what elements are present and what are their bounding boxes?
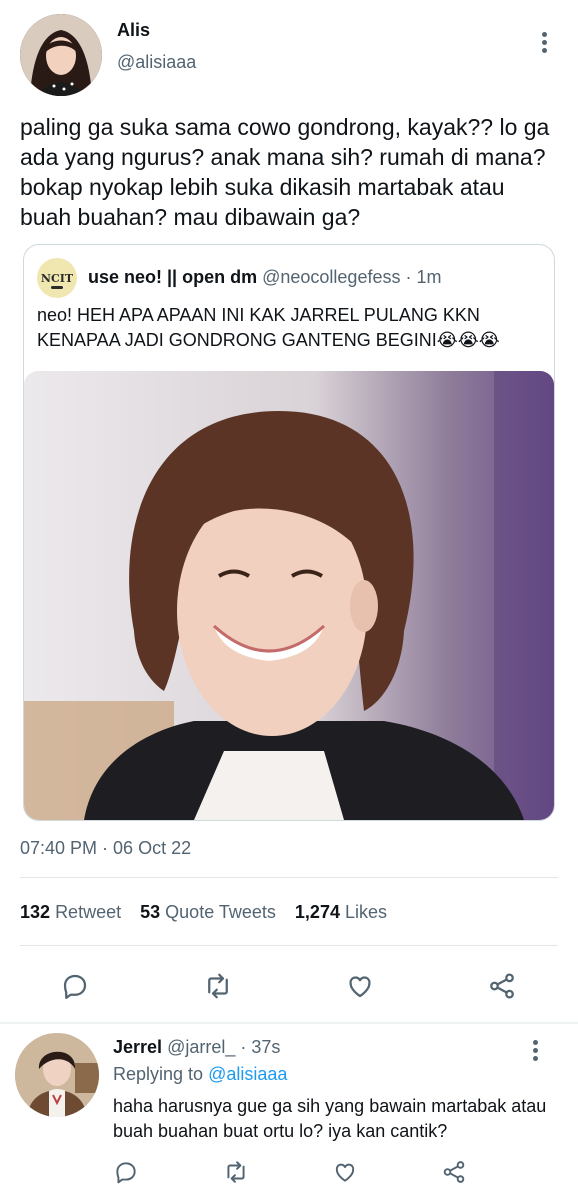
quote-avatar[interactable]: NCIT [37,258,77,298]
quote-text: neo! HEH APA APAAN INI KAK JARREL PULANG… [37,305,500,350]
tweet-stats: 132 Retweet 53 Quote Tweets 1,274 Likes [20,902,401,923]
replying-to-prefix: Replying to [113,1064,204,1084]
likes-count[interactable]: 1,274 [295,902,340,922]
like-icon [335,1163,355,1182]
quote-media-image[interactable] [24,371,554,820]
reply-icon [63,974,87,999]
reply-author-name[interactable]: Jerrel [113,1037,162,1057]
share-icon [443,1161,465,1183]
retweet-icon [208,973,228,999]
author-name[interactable]: Alis [117,20,150,41]
replying-to-mention[interactable]: @alisiaaa [208,1064,287,1084]
replying-to: Replying to @alisiaaa [113,1064,287,1085]
retweets-label[interactable]: Retweet [55,902,121,922]
reply-header: Jerrel @jarrel_ · 37s [113,1037,280,1058]
tweet-timestamp[interactable]: 07:40 PM · 06 Oct 22 [20,838,191,859]
reply-actions [0,1154,578,1190]
reply-separator: · [240,1037,247,1057]
retweets-count[interactable]: 132 [20,902,50,922]
reply-like-button[interactable] [327,1154,363,1190]
quote-header: use neo! || open dm @neocollegefess · 1m [88,267,442,288]
quoted-tweet[interactable]: NCIT use neo! || open dm @neocollegefess… [23,244,555,821]
likes-label[interactable]: Likes [345,902,387,922]
quote-separator: · [405,267,412,287]
tweet-text: paling ga suka sama cowo gondrong, kayak… [20,114,550,230]
reply-text: haha harusnya gue ga sih yang bawain mar… [113,1096,547,1141]
reply-button[interactable] [53,964,97,1008]
divider [20,877,558,878]
author-handle[interactable]: @alisiaaa [117,52,196,73]
reply-share-button[interactable] [436,1154,472,1190]
quote-avatar-text: NCIT [40,271,74,285]
reply-reply-button[interactable] [108,1154,144,1190]
like-button[interactable] [338,964,382,1008]
divider [20,945,558,946]
reply-time: 37s [251,1037,281,1057]
main-tweet: Alis @alisiaaa paling ga suka sama cowo … [0,0,578,1022]
retweet-button[interactable] [196,964,240,1008]
reply-tweet[interactable]: Jerrel @jarrel_ · 37s Replying to @alisi… [0,1024,578,1200]
retweet-icon [227,1161,245,1183]
reply-avatar-photo [15,1033,99,1117]
more-vertical-icon [524,1038,546,1061]
quotes-label[interactable]: Quote Tweets [165,902,276,922]
reply-retweet-button[interactable] [218,1154,254,1190]
quote-author-handle[interactable]: @neocollegefess [262,267,400,287]
like-icon [349,976,371,998]
reply-avatar[interactable] [15,1033,99,1117]
reply-icon [116,1162,136,1184]
share-icon [490,973,514,999]
quote-avatar-mark [51,286,63,289]
more-vertical-icon [532,30,556,53]
tweet-actions [0,964,578,1008]
author-avatar-photo [20,14,102,96]
quote-time: 1m [416,267,442,287]
reply-more-options-button[interactable] [524,1038,546,1062]
quote-photo [24,371,554,820]
quotes-count[interactable]: 53 [140,902,160,922]
reply-author-handle[interactable]: @jarrel_ [167,1037,235,1057]
author-avatar[interactable] [20,14,102,96]
quote-author-name[interactable]: use neo! || open dm [88,267,257,287]
more-options-button[interactable] [532,30,556,54]
share-button[interactable] [480,964,524,1008]
